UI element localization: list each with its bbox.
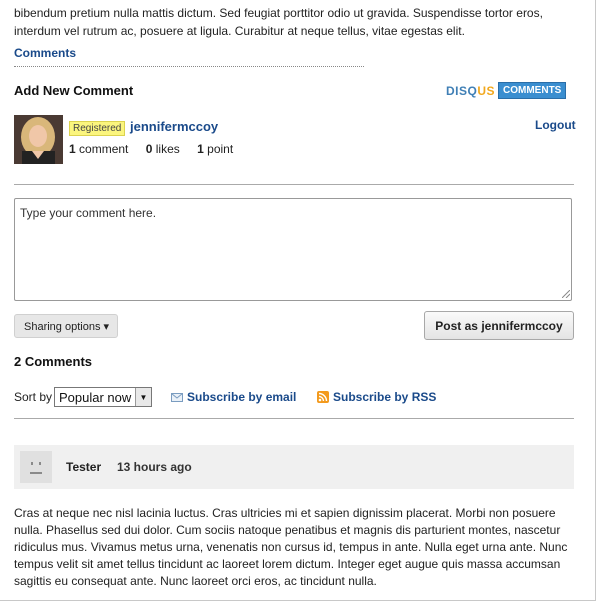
rss-icon	[317, 391, 329, 403]
subscribe-rss-label: Subscribe by RSS	[333, 390, 437, 404]
divider	[14, 184, 574, 185]
points-count: 1	[197, 142, 204, 156]
chevron-down-icon[interactable]: ▼	[135, 388, 151, 406]
divider	[14, 418, 574, 419]
sharing-options-button[interactable]: Sharing options ▾	[14, 314, 118, 338]
sort-label: Sort by	[14, 390, 53, 404]
disqus-logo[interactable]: DISQUS COMMENTS	[446, 82, 567, 99]
disqus-comments-tag: COMMENTS	[498, 82, 567, 99]
sort-select[interactable]: Popular now ▼	[54, 387, 152, 407]
resize-handle-icon[interactable]	[562, 290, 570, 298]
likes-label: likes	[155, 142, 180, 156]
comment-author[interactable]: Tester	[66, 460, 101, 474]
divider	[14, 66, 364, 67]
comments-link[interactable]: Comments	[14, 46, 76, 60]
comment-count: 1	[69, 142, 76, 156]
subscribe-email-link[interactable]: Subscribe by email	[171, 390, 296, 404]
subscribe-email-label: Subscribe by email	[187, 390, 297, 404]
sort-selected-value: Popular now	[59, 389, 132, 405]
points-label: point	[207, 142, 234, 156]
article-text: bibendum pretium nulla mattis dictum. Se…	[14, 6, 543, 38]
registered-badge: Registered	[69, 121, 126, 136]
comment-count-label: comment	[79, 142, 129, 156]
add-comment-title: Add New Comment	[14, 83, 134, 98]
envelope-icon	[171, 392, 183, 402]
user-avatar[interactable]	[14, 115, 63, 164]
username-link[interactable]: jennifermccoy	[130, 119, 218, 134]
disqus-wordmark: DISQUS	[446, 83, 496, 98]
user-photo-icon	[14, 115, 63, 164]
comment-body: Cras at neque nec nisl lacinia luctus. C…	[14, 506, 568, 588]
comment-header: Tester 13 hours ago	[14, 445, 574, 489]
post-comment-button[interactable]: Post as jennifermccoy	[424, 311, 574, 340]
comment-count-title: 2 Comments	[14, 354, 93, 369]
user-stats: 1 comment 0 likes 1 point	[69, 142, 233, 156]
logout-link[interactable]: Logout	[535, 118, 576, 132]
comment-timestamp[interactable]: 13 hours ago	[117, 460, 192, 474]
default-avatar-icon[interactable]	[20, 451, 52, 483]
subscribe-rss-link[interactable]: Subscribe by RSS	[317, 390, 436, 404]
comment-textarea[interactable]: Type your comment here.	[14, 198, 572, 301]
likes-count: 0	[145, 142, 153, 156]
